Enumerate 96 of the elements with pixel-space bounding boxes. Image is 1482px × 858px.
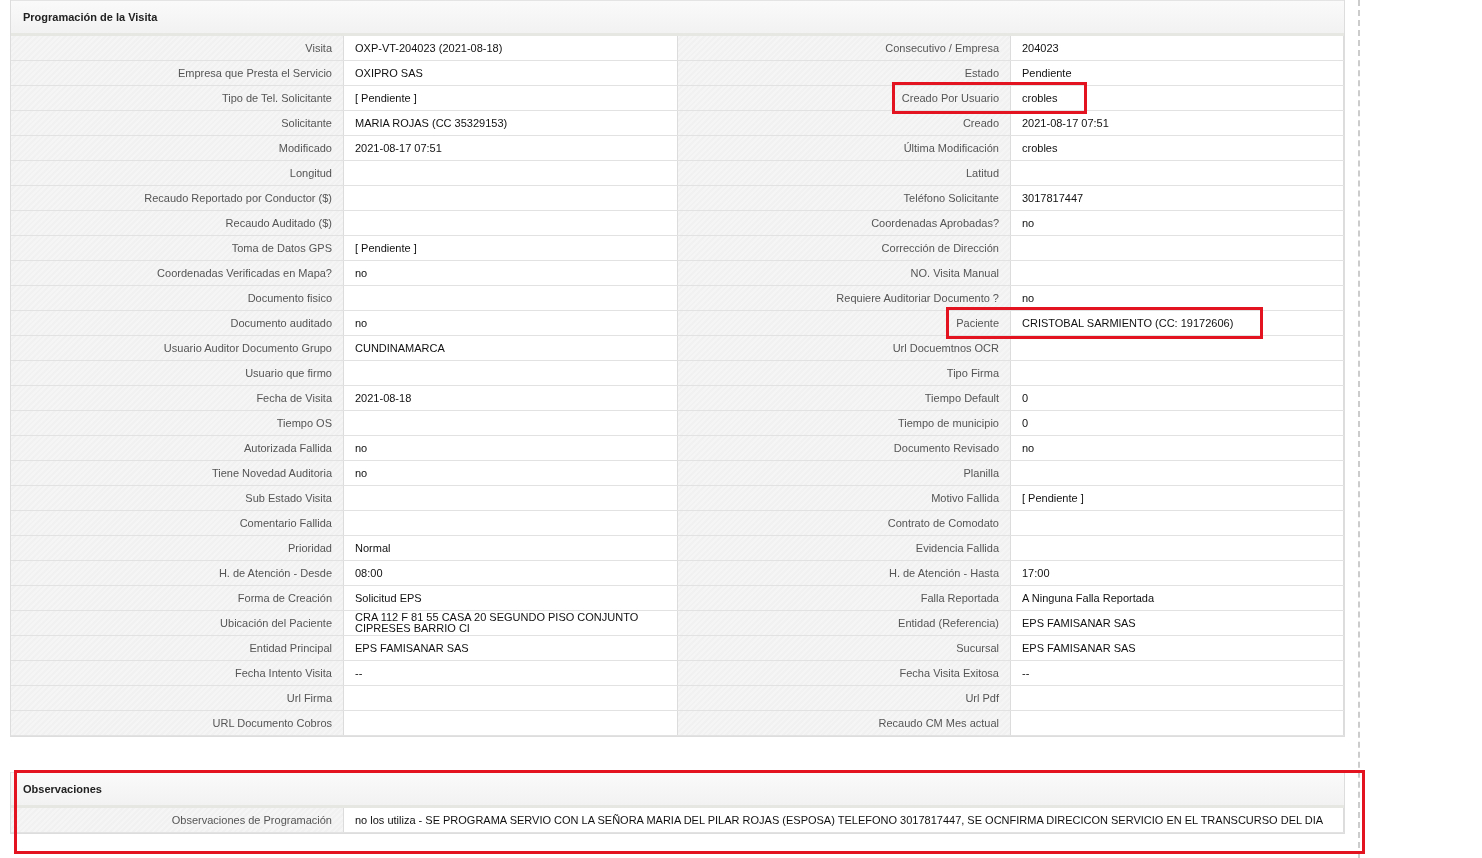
field-label: Sub Estado Visita [245,492,332,504]
field-value: OXIPRO SAS [355,67,423,79]
field-label: NO. Visita Manual [910,267,999,279]
field-value: EPS FAMISANAR SAS [1022,617,1136,629]
field-label: URL Documento Cobros [212,717,332,729]
field-value: 08:00 [355,567,383,579]
field-value: 2021-08-18 [355,392,412,404]
field-value: Normal [355,542,391,554]
field-label: Entidad (Referencia) [898,617,999,629]
field-label: Fecha de Visita [256,392,332,404]
field-label: Usuario que firmo [245,367,332,379]
field-label: H. de Atención - Hasta [888,567,999,579]
field-label: Tipo de Tel. Solicitante [221,92,332,104]
field-label: Solicitante [281,117,332,129]
field-value: CRA 112 F 81 55 CASA 20 SEGUNDO PISO CONJUNTO CIPRESES BARRIO CI [355,612,640,634]
field-label: Coordenadas Verificadas en Mapa? [157,267,332,279]
field-label: Url Pdf [965,692,999,704]
field-value: no [1022,442,1035,454]
field-label: Modificado [278,142,332,154]
field-value: 2021-08-17 07:51 [1022,117,1109,129]
field-value: 17:00 [1022,567,1050,579]
field-label: Tipo Firma [946,367,999,379]
field-label: Url Firma [286,692,332,704]
field-value: crobles [1022,92,1058,104]
field-label: Última Modificación [903,142,999,154]
section-title: Programación de la Visita [11,0,1344,36]
field-label: Creado Por Usuario [901,92,999,104]
section-title: Observaciones [11,772,1344,808]
field-value: crobles [1022,142,1058,154]
field-label: Documento Revisado [893,442,999,454]
field-label: Requiere Auditoriar Documento ? [836,292,999,304]
field-value: CRISTOBAL SARMIENTO (CC: 19172606) [1022,317,1234,329]
field-label: Estado [964,67,999,79]
field-label: Empresa que Presta el Servicio [177,67,332,79]
field-label: Coordenadas Aprobadas? [871,217,999,229]
field-label: Tiempo Default [924,392,999,404]
field-value: no [355,467,368,479]
field-value: no [355,267,368,279]
field-value: -- [355,667,363,679]
field-label: Recaudo CM Mes actual [878,717,999,729]
field-label: Observaciones de Programación [171,814,332,826]
field-value: A Ninguna Falla Reportada [1022,592,1155,604]
field-label: H. de Atención - Desde [218,567,332,579]
field-value: MARIA ROJAS (CC 35329153) [355,117,508,129]
field-label: Creado [962,117,999,129]
field-label: Sucursal [956,642,999,654]
field-label: Contrato de Comodato [887,517,999,529]
field-value: OXP-VT-204023 (2021-08-18) [355,42,503,54]
field-label: Entidad Principal [249,642,332,654]
field-value: 0 [1022,392,1029,404]
field-label: Fecha Intento Visita [234,667,332,679]
field-label: Url Docuemtnos OCR [892,342,999,354]
field-label: Tiene Novedad Auditoria [211,467,332,479]
field-value: Pendiente [1022,67,1072,79]
field-value: [ Pendiente ] [355,92,417,104]
field-label: Longitud [289,167,332,179]
field-label: Planilla [963,467,999,479]
field-value: 3017817447 [1022,192,1084,204]
field-label: Consecutivo / Empresa [885,42,999,54]
field-label: Paciente [956,317,999,329]
field-label: Toma de Datos GPS [231,242,332,254]
field-value: no los utiliza - SE PROGRAMA SERVIO CON LA SEÑORA MARIA DEL PILAR ROJAS (ESPOSA) TELEFONO 3017817447, SE OCNFIRMA DIRECICON SERVICIO EN EL TRANSCURSO DEL DIA [355,814,1324,826]
field-label: Tiempo OS [276,417,332,429]
field-label: Documento auditado [230,317,332,329]
field-value: no [355,442,368,454]
field-label: Evidencia Fallida [915,542,999,554]
field-value: no [1022,292,1035,304]
field-label: Recaudo Auditado ($) [225,217,332,229]
field-value: 2021-08-17 07:51 [355,142,442,154]
field-value: 0 [1022,417,1029,429]
field-value: 204023 [1022,42,1059,54]
field-label: Tiempo de municipio [897,417,999,429]
field-value: -- [1022,667,1030,679]
field-label: Latitud [965,167,999,179]
field-label: Forma de Creación [237,592,332,604]
field-value: [ Pendiente ] [355,242,417,254]
field-label: Visita [305,42,332,54]
field-value: CUNDINAMARCA [355,342,445,354]
field-value: [ Pendiente ] [1022,492,1084,504]
field-value: no [355,317,368,329]
field-value: no [1022,217,1035,229]
field-label: Comentario Fallida [239,517,332,529]
field-value: EPS FAMISANAR SAS [1022,642,1136,654]
field-label: Ubicación del Paciente [220,617,332,629]
field-value: Solicitud EPS [355,592,422,604]
field-label: Corrección de Dirección [881,242,999,254]
field-label: Documento fisico [247,292,332,304]
field-label: Falla Reportada [920,592,999,604]
field-label: Usuario Auditor Documento Grupo [163,342,332,354]
field-label: Teléfono Solicitante [903,192,999,204]
field-label: Fecha Visita Exitosa [899,667,999,679]
field-label: Prioridad [287,542,332,554]
field-label: Autorizada Fallida [243,442,332,454]
field-label: Motivo Fallida [931,492,999,504]
field-value: EPS FAMISANAR SAS [355,642,469,654]
field-label: Recaudo Reportado por Conductor ($) [144,192,332,204]
